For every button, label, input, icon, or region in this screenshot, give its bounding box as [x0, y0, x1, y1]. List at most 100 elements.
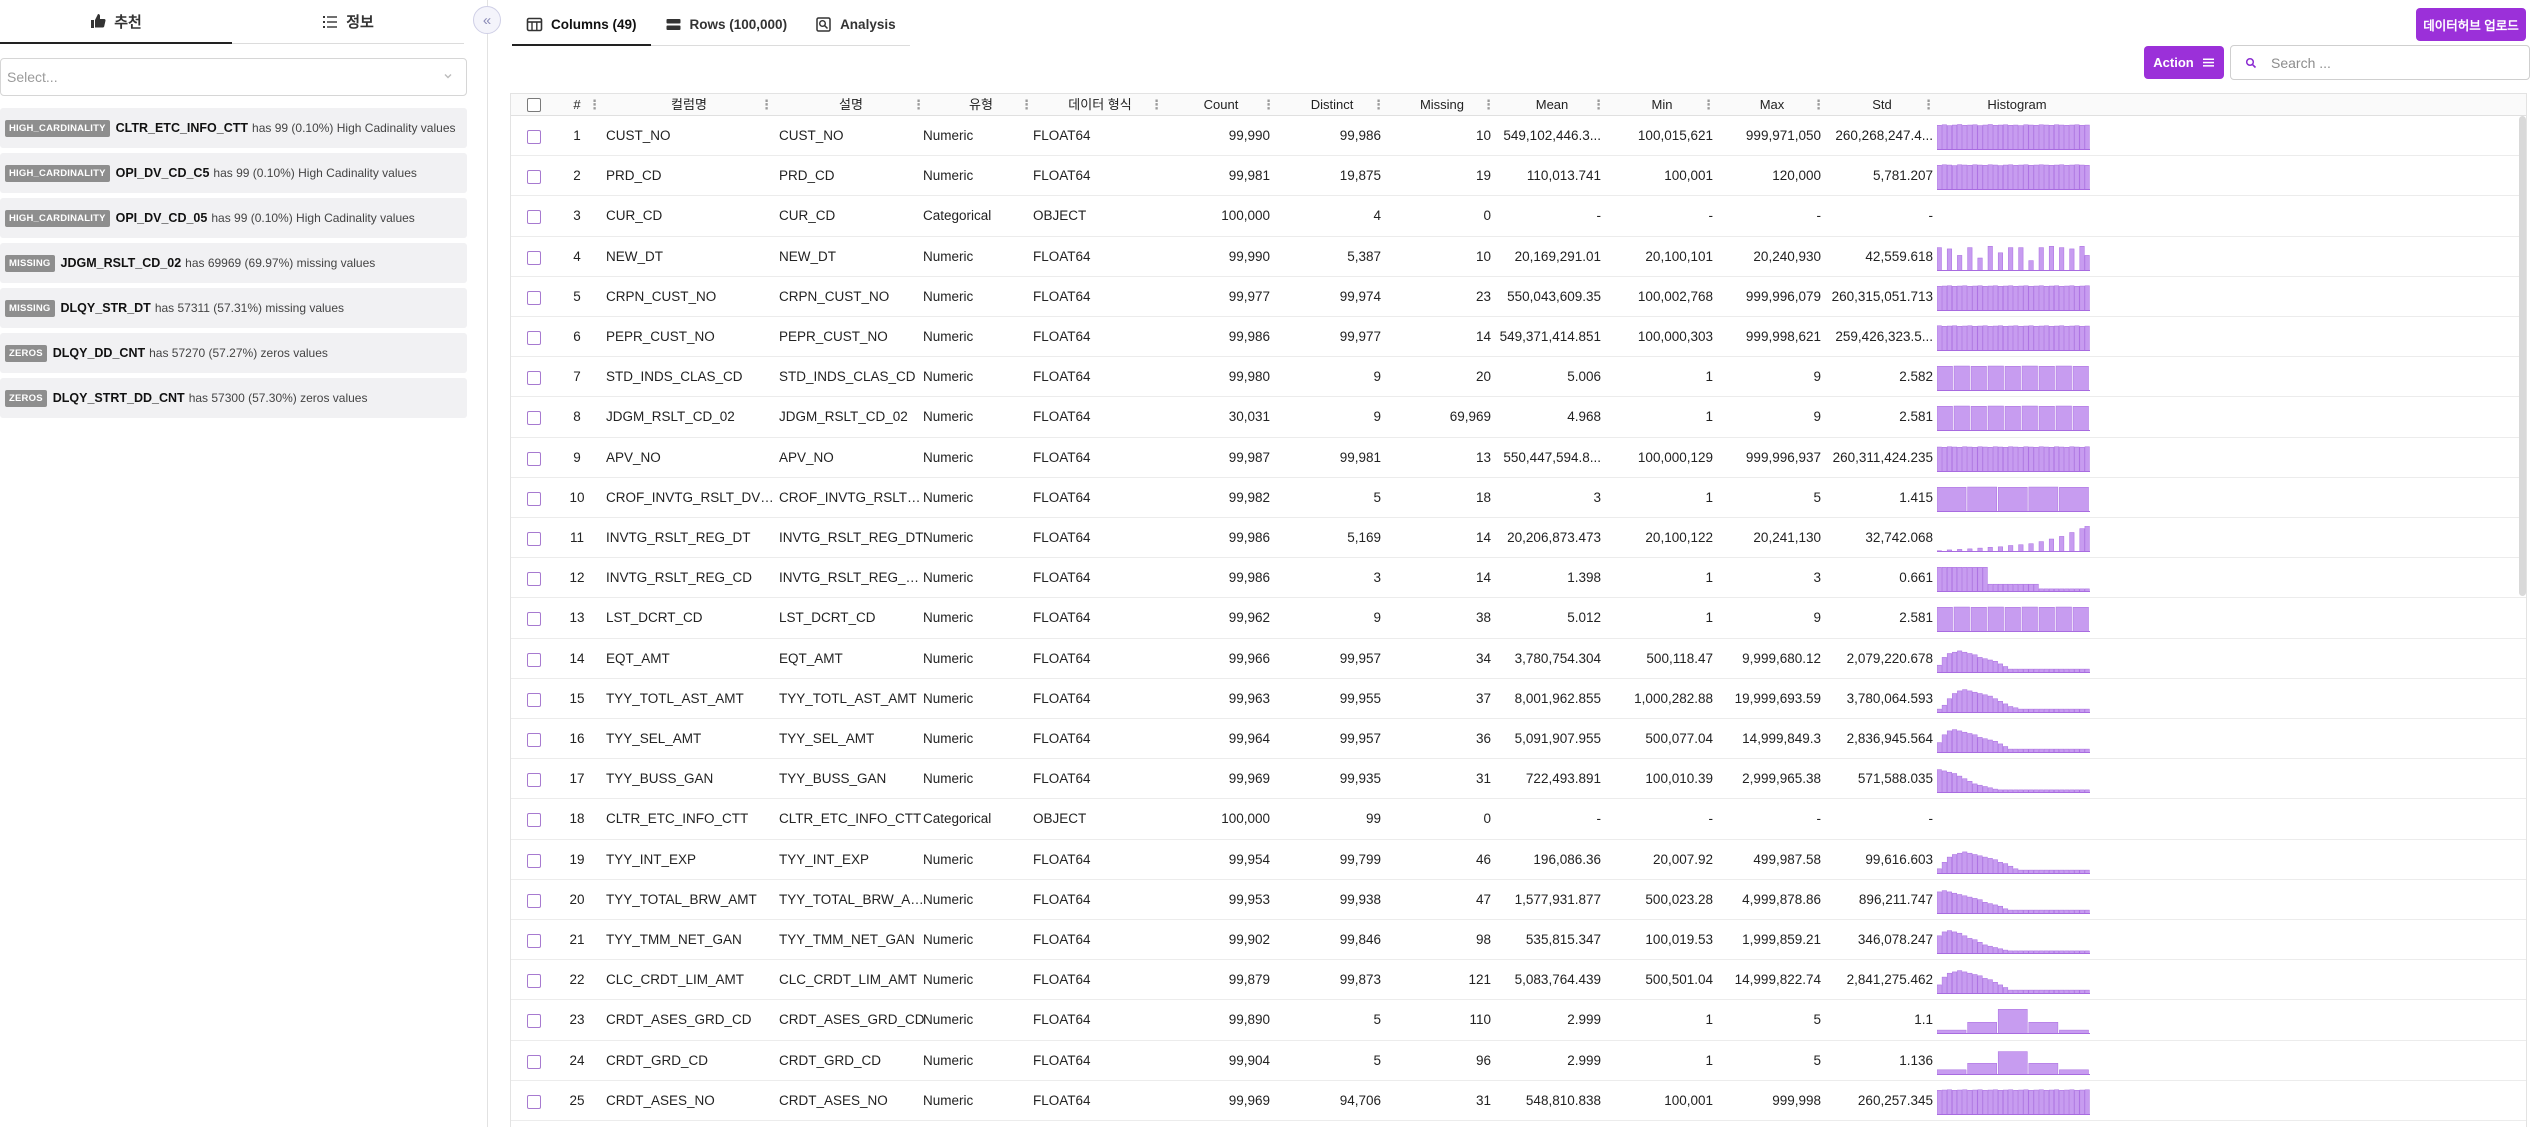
histogram-bar: [1962, 851, 1968, 874]
search-input[interactable]: [2271, 54, 2511, 71]
table-row[interactable]: 21 TYY_TMM_NET_GAN TYY_TMM_NET_GAN Numeric F…: [511, 920, 2526, 961]
column-menu-icon[interactable]: ⋮: [1262, 94, 1275, 116]
header-min[interactable]: Min ⋮: [1607, 94, 1717, 116]
select-all-checkbox[interactable]: [527, 98, 541, 112]
vertical-scrollbar[interactable]: [2519, 116, 2526, 596]
table-row[interactable]: 23 CRDT_ASES_GRD_CD CRDT_ASES_GRD_CD Numeri…: [511, 1000, 2526, 1041]
row-checkbox[interactable]: [527, 1054, 541, 1069]
cell-std: 259,426,323.5...: [1835, 329, 1933, 344]
column-select[interactable]: Select...: [0, 58, 467, 96]
row-checkbox[interactable]: [527, 491, 541, 506]
tab-info[interactable]: 정보: [232, 0, 464, 44]
table-row[interactable]: 6 PEPR_CUST_NO PEPR_CUST_NO Numeric FLOAT64 9…: [511, 317, 2526, 358]
row-checkbox[interactable]: [527, 934, 541, 948]
histogram-bar: [2004, 406, 2021, 432]
row-checkbox[interactable]: [527, 652, 541, 667]
row-checkbox[interactable]: [527, 371, 541, 386]
action-button[interactable]: Action: [2144, 46, 2224, 79]
header-distinct[interactable]: Distinct ⋮: [1277, 94, 1387, 116]
table-row[interactable]: 2 PRD_CD PRD_CD Numeric FLOAT64 99,981 19,875 1…: [511, 156, 2526, 197]
tab-analysis[interactable]: Analysis: [801, 4, 910, 46]
insight-item[interactable]: HIGH_CARDINALITY CLTR_ETC_INFO_CTT has 99 …: [0, 108, 467, 148]
row-checkbox[interactable]: [527, 893, 541, 908]
table-row[interactable]: 17 TYY_BUSS_GAN TYY_BUSS_GAN Numeric FLOAT64…: [511, 759, 2526, 800]
row-checkbox[interactable]: [527, 130, 541, 144]
header-mean[interactable]: Mean ⋮: [1497, 94, 1607, 116]
table-row[interactable]: 16 TYY_SEL_AMT TYY_SEL_AMT Numeric FLOAT64 99…: [511, 719, 2526, 760]
table-row[interactable]: 5 CRPN_CUST_NO CRPN_CUST_NO Numeric FLOAT64 9…: [511, 277, 2526, 317]
header-num[interactable]: # ⋮: [551, 94, 603, 116]
table-row[interactable]: 9 APV_NO APV_NO Numeric FLOAT64 99,987 99,981 1…: [511, 438, 2526, 478]
table-row[interactable]: 3 CUR_CD CUR_CD Categorical OBJECT 100,000 4 0 -…: [511, 196, 2526, 237]
row-checkbox[interactable]: [527, 331, 541, 345]
row-checkbox[interactable]: [527, 692, 541, 707]
row-checkbox[interactable]: [527, 532, 541, 546]
cell-desc: CRPN_CUST_NO: [779, 288, 890, 304]
table-row[interactable]: 19 TYY_INT_EXP TYY_INT_EXP Numeric FLOAT64 99…: [511, 840, 2526, 880]
row-checkbox[interactable]: [527, 290, 541, 305]
table-row[interactable]: 13 LST_DCRT_CD LST_DCRT_CD Numeric FLOAT64 99…: [511, 598, 2526, 639]
insight-item[interactable]: MISSING DLQY_STR_DT has 57311 (57.31%) mis…: [0, 288, 467, 328]
table-row[interactable]: 4 NEW_DT NEW_DT Numeric FLOAT64 99,990 5,387 10…: [511, 237, 2526, 277]
column-menu-icon[interactable]: ⋮: [1812, 94, 1825, 116]
row-checkbox[interactable]: [527, 572, 541, 587]
table-row[interactable]: 14 EQT_AMT EQT_AMT Numeric FLOAT64 99,966 99,9…: [511, 639, 2526, 679]
search-box[interactable]: [2230, 45, 2530, 80]
insight-item[interactable]: HIGH_CARDINALITY OPI_DV_CD_05 has 99 (0.10…: [0, 198, 467, 238]
column-menu-icon[interactable]: ⋮: [760, 94, 773, 116]
header-description[interactable]: 설명 ⋮: [775, 94, 927, 116]
row-checkbox[interactable]: [527, 411, 541, 426]
column-menu-icon[interactable]: ⋮: [1922, 94, 1935, 116]
row-checkbox[interactable]: [527, 773, 541, 788]
table-row[interactable]: 8 JDGM_RSLT_CD_02 JDGM_RSLT_CD_02 Numeric FL…: [511, 397, 2526, 438]
row-checkbox[interactable]: [527, 974, 541, 989]
column-menu-icon[interactable]: ⋮: [912, 94, 925, 116]
table-row[interactable]: 10 CROF_INVTG_RSLT_DV_... CROF_INVTG_RSLT_…: [511, 478, 2526, 518]
column-menu-icon[interactable]: ⋮: [1482, 94, 1495, 116]
table-row[interactable]: 18 CLTR_ETC_INFO_CTT CLTR_ETC_INFO_CTT Cate…: [511, 799, 2526, 840]
column-menu-icon[interactable]: ⋮: [1020, 94, 1033, 116]
row-checkbox[interactable]: [527, 612, 541, 627]
table-row[interactable]: 11 INVTG_RSLT_REG_DT INVTG_RSLT_REG_DT Nume…: [511, 518, 2526, 559]
row-checkbox[interactable]: [527, 170, 541, 185]
row-checkbox[interactable]: [527, 250, 541, 265]
table-row[interactable]: 15 TYY_TOTL_AST_AMT TYY_TOTL_AST_AMT Numeri…: [511, 679, 2526, 719]
column-menu-icon[interactable]: ⋮: [1372, 94, 1385, 116]
table-row[interactable]: 20 TYY_TOTAL_BRW_AMT TYY_TOTAL_BRW_AMT Nume…: [511, 880, 2526, 920]
header-data-format[interactable]: 데이터 형식 ⋮: [1035, 94, 1165, 116]
header-count[interactable]: Count ⋮: [1165, 94, 1277, 116]
header-type[interactable]: 유형 ⋮: [927, 94, 1035, 116]
header-histogram[interactable]: Histogram: [1937, 94, 2097, 116]
table-row[interactable]: 24 CRDT_GRD_CD CRDT_GRD_CD Numeric FLOAT64 99…: [511, 1041, 2526, 1081]
header-column-name[interactable]: 컬럼명 ⋮: [603, 94, 775, 116]
row-checkbox[interactable]: [527, 1094, 541, 1109]
column-menu-icon[interactable]: ⋮: [1702, 94, 1715, 116]
row-checkbox[interactable]: [527, 210, 541, 225]
tab-rows[interactable]: Rows (100,000): [650, 4, 802, 46]
header-max[interactable]: Max ⋮: [1717, 94, 1827, 116]
datahub-upload-button[interactable]: 데이터허브 업로드: [2416, 8, 2526, 41]
table-row[interactable]: 12 INVTG_RSLT_REG_CD INVTG_RSLT_REG_CD Nume…: [511, 558, 2526, 599]
tab-recommend[interactable]: 추천: [0, 0, 232, 44]
column-menu-icon[interactable]: ⋮: [1150, 94, 1163, 116]
column-menu-icon[interactable]: ⋮: [588, 94, 601, 116]
row-checkbox[interactable]: [527, 451, 541, 466]
column-menu-icon[interactable]: ⋮: [1592, 94, 1605, 116]
row-checkbox[interactable]: [527, 853, 541, 868]
header-std[interactable]: Std ⋮: [1827, 94, 1937, 116]
insight-item[interactable]: MISSING JDGM_RSLT_CD_02 has 69969 (69.97%)…: [0, 243, 467, 283]
row-checkbox[interactable]: [527, 813, 541, 828]
insight-item[interactable]: ZEROS DLQY_DD_CNT has 57270 (57.27%) zeros…: [0, 333, 467, 373]
table-row[interactable]: 1 CUST_NO CUST_NO Numeric FLOAT64 99,990 99,98…: [511, 116, 2526, 157]
insight-item[interactable]: HIGH_CARDINALITY OPI_DV_CD_C5 has 99 (0.10…: [0, 153, 467, 193]
collapse-panel-button[interactable]: «: [473, 6, 501, 34]
cell-count: 99,902: [1228, 932, 1270, 947]
insight-item[interactable]: ZEROS DLQY_STRT_DD_CNT has 57300 (57.30%) …: [0, 378, 467, 418]
table-row[interactable]: 22 CLC_CRDT_LIM_AMT CLC_CRDT_LIM_AMT Numeri…: [511, 960, 2526, 1001]
tab-columns[interactable]: Columns (49): [512, 4, 651, 46]
row-checkbox[interactable]: [527, 733, 541, 747]
table-row[interactable]: 25 CRDT_ASES_NO CRDT_ASES_NO Numeric FLOAT64…: [511, 1081, 2526, 1121]
table-row[interactable]: 7 STD_INDS_CLAS_CD STD_INDS_CLAS_CD Numeric…: [511, 357, 2526, 398]
header-missing[interactable]: Missing ⋮: [1387, 94, 1497, 116]
row-checkbox[interactable]: [527, 1014, 541, 1029]
